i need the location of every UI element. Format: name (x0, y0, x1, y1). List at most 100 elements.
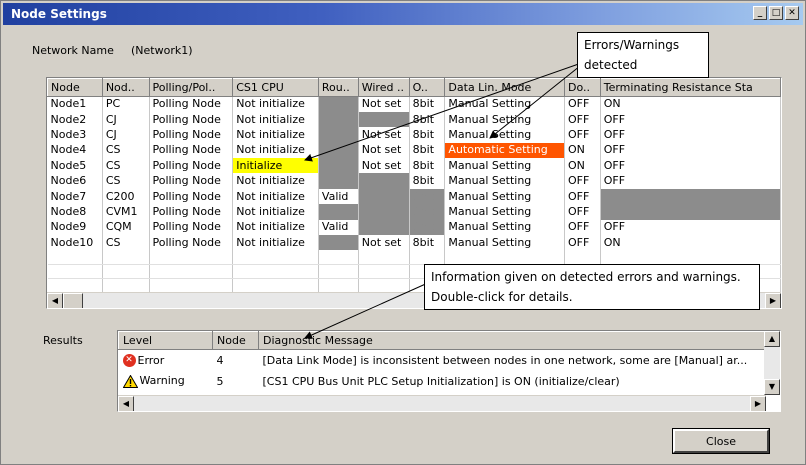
grid-cell[interactable]: Polling Node (149, 173, 234, 189)
grid-cell[interactable]: Not initialize (232, 204, 319, 220)
grid-cell[interactable]: 8bit (409, 158, 446, 174)
grid-col-header[interactable]: O.. (408, 78, 446, 97)
grid-cell[interactable]: Node8 (47, 204, 103, 220)
scroll-up-icon[interactable]: ▲ (764, 331, 780, 347)
grid-cell[interactable]: Node7 (47, 188, 103, 205)
grid-cell[interactable]: OFF (564, 127, 601, 143)
minimize-icon[interactable]: _ (753, 6, 767, 20)
grid-cell[interactable]: Not initialize (232, 127, 319, 143)
close-icon[interactable]: ✕ (785, 6, 799, 20)
grid-cell[interactable] (600, 188, 781, 205)
grid-cell[interactable]: Polling Node (149, 111, 234, 128)
grid-cell[interactable]: OFF (564, 111, 601, 128)
grid-cell[interactable]: Not initialize (232, 235, 319, 251)
grid-cell[interactable]: Polling Node (149, 96, 234, 112)
grid-cell[interactable]: Manual Setting (444, 204, 565, 220)
grid-cell[interactable]: CS (102, 235, 150, 251)
grid-cell[interactable]: Node9 (47, 219, 103, 236)
grid-row[interactable]: Node8 CVM1 Polling Node Not initialize 8bit M… (47, 204, 781, 220)
grid-cell[interactable]: OFF (600, 158, 781, 174)
grid-cell[interactable]: 8bit (409, 219, 446, 236)
grid-cell[interactable] (358, 219, 410, 236)
grid-cell[interactable]: PC (102, 96, 150, 112)
grid-cell[interactable]: Manual Setting (444, 111, 565, 128)
grid-cell[interactable]: Polling Node (149, 158, 234, 174)
grid-cell[interactable]: Manual Setting (444, 158, 565, 174)
grid-cell[interactable] (318, 142, 359, 159)
grid-cell[interactable]: 8bit (409, 111, 446, 128)
grid-cell[interactable] (358, 111, 410, 128)
grid-cell[interactable]: 8bit (409, 173, 446, 189)
grid-cell[interactable]: Polling Node (149, 204, 234, 220)
grid-cell[interactable]: C200 (102, 188, 150, 205)
grid-cell[interactable]: Not set (358, 127, 410, 143)
grid-cell[interactable]: CQM (102, 219, 150, 236)
grid-cell[interactable]: Not set (358, 96, 410, 112)
grid-cell[interactable]: Not initialize (232, 219, 319, 236)
grid-cell[interactable] (318, 111, 359, 128)
grid-cell[interactable]: OFF (600, 111, 781, 128)
grid-cell[interactable]: Initialize (232, 158, 319, 174)
grid-cell[interactable]: CJ (102, 127, 150, 143)
grid-cell[interactable] (318, 127, 359, 143)
grid-cell[interactable] (318, 96, 359, 112)
grid-col-header[interactable]: Nod.. (101, 78, 150, 97)
grid-row[interactable]: Node6 CS Polling Node Not initialize 8bit Man… (47, 173, 781, 189)
grid-cell[interactable] (358, 173, 410, 189)
grid-cell[interactable] (318, 235, 359, 251)
grid-cell[interactable]: CS (102, 173, 150, 189)
grid-cell[interactable]: Polling Node (149, 219, 234, 236)
grid-row[interactable]: Node3 CJ Polling Node Not initialize Not set… (47, 127, 781, 143)
grid-cell[interactable]: Valid (318, 188, 359, 205)
scroll-thumb[interactable] (63, 293, 83, 308)
grid-cell[interactable]: CVM1 (102, 204, 150, 220)
results-vertical-scrollbar[interactable]: ▲ ▼ (764, 331, 780, 395)
grid-cell[interactable]: Manual Setting (444, 96, 565, 112)
grid-cell[interactable] (318, 158, 359, 174)
grid-cell[interactable]: OFF (600, 173, 781, 189)
grid-cell[interactable]: OFF (564, 219, 601, 236)
grid-cell[interactable]: Node10 (47, 235, 103, 251)
grid-row[interactable]: Node1 PC Polling Node Not initialize Not set… (47, 96, 781, 112)
scroll-left-icon[interactable]: ◀ (118, 396, 134, 411)
grid-row[interactable]: Node9 CQM Polling Node Not initialize Valid 8… (47, 219, 781, 236)
grid-cell[interactable]: Node5 (47, 158, 103, 174)
grid-cell[interactable]: Node3 (47, 127, 103, 143)
grid-cell[interactable]: Polling Node (149, 142, 234, 159)
grid-col-header[interactable]: CS1 CPU (232, 78, 319, 97)
grid-cell[interactable] (358, 204, 410, 220)
grid-col-header[interactable]: Wired .. (357, 78, 410, 97)
result-row[interactable]: ✕ Error 4 [Data Link Mode] is inconsisten… (119, 350, 767, 371)
grid-cell[interactable]: CS (102, 142, 150, 159)
grid-cell[interactable]: OFF (564, 188, 601, 205)
grid-cell[interactable]: Not initialize (232, 173, 319, 189)
grid-cell[interactable] (318, 173, 359, 189)
grid-cell[interactable] (318, 204, 359, 220)
scroll-left-icon[interactable]: ◀ (47, 293, 63, 308)
grid-cell[interactable]: 8bit (409, 127, 446, 143)
grid-row[interactable]: Node2 CJ Polling Node Not initialize 8bit Man… (47, 111, 781, 128)
maximize-icon[interactable]: □ (769, 6, 783, 20)
grid-cell[interactable]: Manual Setting (444, 173, 565, 189)
grid-cell[interactable]: ON (564, 158, 601, 174)
grid-col-header[interactable]: Polling/Pol.. (148, 78, 234, 97)
grid-cell[interactable]: 8bit (409, 142, 446, 159)
scroll-right-icon[interactable]: ▶ (750, 396, 766, 411)
grid-cell[interactable]: OFF (564, 235, 601, 251)
grid-row[interactable]: Node10 CS Polling Node Not initialize Not se… (47, 235, 781, 251)
grid-cell[interactable]: Not set (358, 142, 410, 159)
grid-cell[interactable]: OFF (564, 204, 601, 220)
grid-cell[interactable]: Manual Setting (444, 127, 565, 143)
grid-cell[interactable]: Not initialize (232, 111, 319, 128)
grid-cell[interactable]: Polling Node (149, 188, 234, 205)
grid-cell[interactable]: Manual Setting (444, 188, 565, 205)
grid-cell[interactable]: Manual Setting (444, 219, 565, 236)
grid-row[interactable]: Node5 CS Polling Node Initialize Not set 8bit… (47, 158, 781, 174)
grid-cell[interactable]: 8bit (409, 96, 446, 112)
grid-cell[interactable] (600, 204, 781, 220)
grid-row[interactable]: Node7 C200 Polling Node Not initialize Valid… (47, 188, 781, 205)
grid-cell[interactable]: OFF (600, 142, 781, 159)
scroll-down-icon[interactable]: ▼ (764, 379, 780, 395)
grid-cell[interactable]: OFF (564, 173, 601, 189)
grid-cell[interactable]: Not initialize (232, 142, 319, 159)
